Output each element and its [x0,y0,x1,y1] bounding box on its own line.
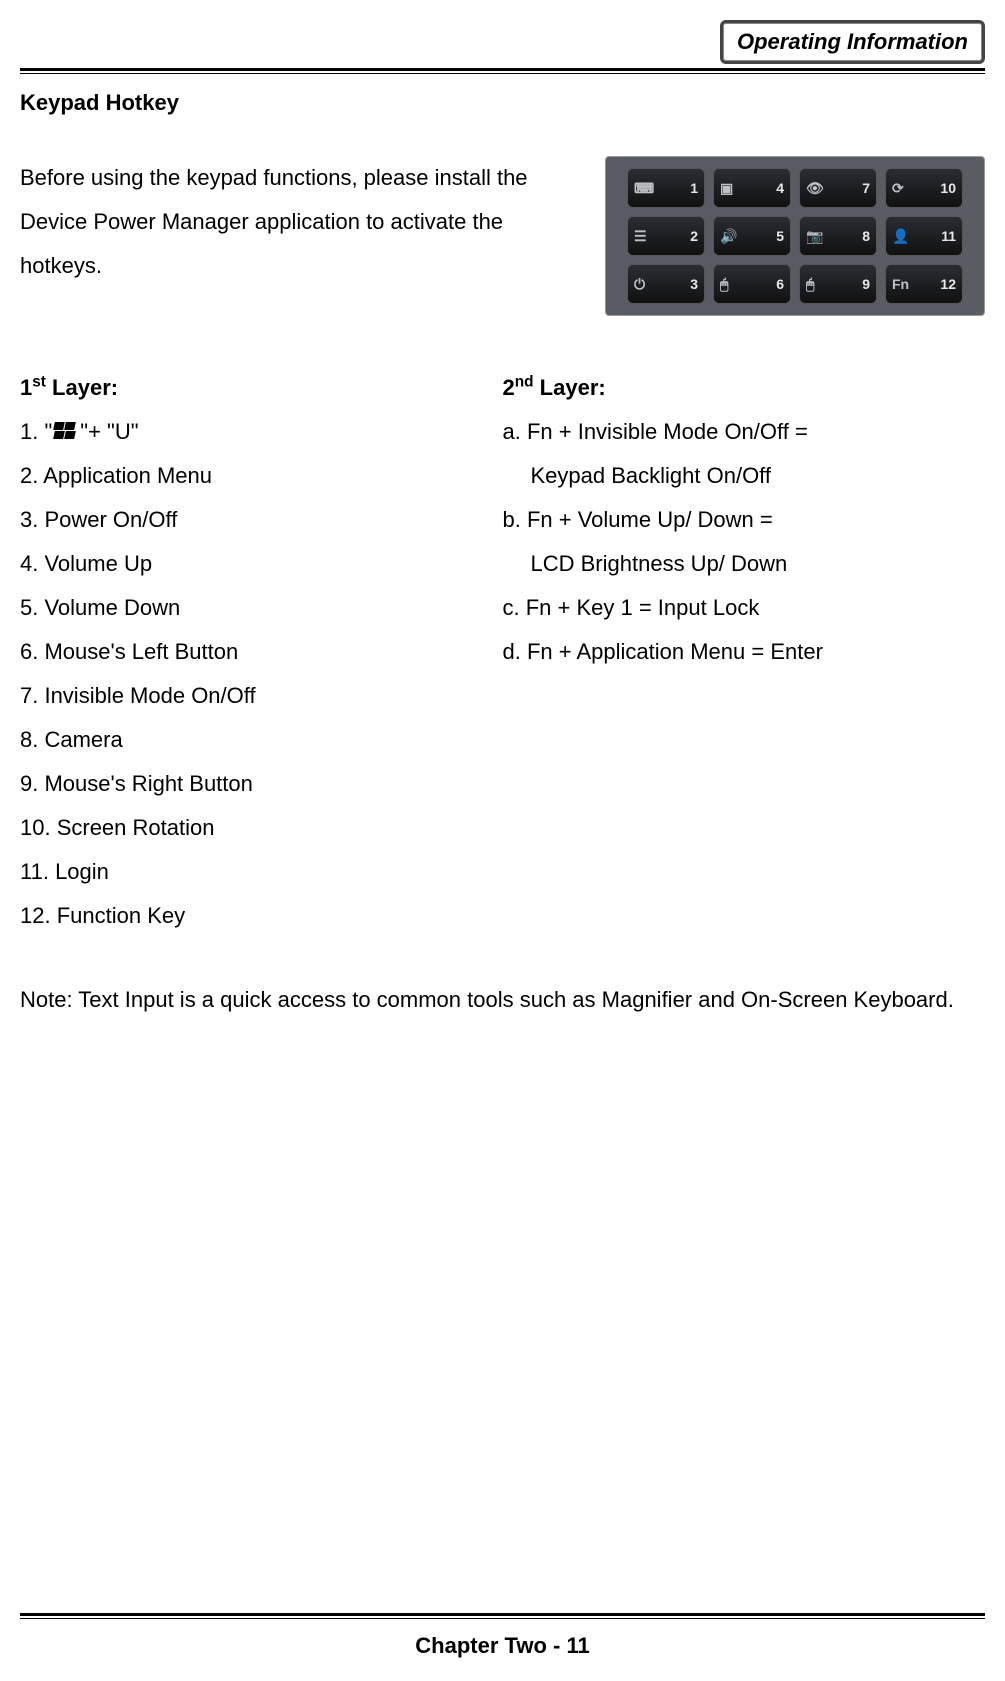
key-num: 6 [776,276,784,292]
heading-sup: nd [515,374,534,391]
first-layer-item: 6. Mouse's Left Button [20,630,503,674]
second-layer-item-a2: Keypad Backlight On/Off [503,454,986,498]
key: 👁7 [799,168,877,208]
second-layer-item-b1: b. Fn + Volume Up/ Down = [503,498,986,542]
key-glyph-icon: 🖱 [720,276,728,293]
top-rule [20,68,985,74]
second-layer-item-b2: LCD Brightness Up/ Down [503,542,986,586]
columns: 1st Layer: 1. " "+ "U" 2. Application Me… [20,366,985,938]
key-num: 1 [690,180,698,196]
keypad-image: ⌨1 ▣4 👁7 ⟳10 ☰2 🔊5 📷8 👤11 ⏻3 🖱6 🖱9 Fn12 [605,156,985,316]
key: ▣4 [713,168,791,208]
second-layer-item-c: c. Fn + Key 1 = Input Lock [503,586,986,630]
key-glyph-icon: 👁 [806,180,824,197]
first-layer-item: 11. Login [20,850,503,894]
heading-sup: st [32,374,46,391]
note-text: Note: Text Input is a quick access to co… [20,978,985,1022]
page-footer: Chapter Two - 11 [20,1609,985,1659]
key-glyph-icon: ⌨ [634,180,654,197]
key-glyph-icon: ▣ [720,180,733,197]
first-layer-item: 12. Function Key [20,894,503,938]
item1-post: "+ "U" [80,410,138,454]
intro-text: Before using the keypad functions, pleas… [20,156,565,288]
key: 🔊5 [713,216,791,256]
key: ⌨1 [627,168,705,208]
key-num: 10 [940,180,956,196]
windows-icon [54,422,78,442]
page: Operating Information Keypad Hotkey Befo… [0,0,1005,1681]
key-glyph-icon: 🔊 [720,228,737,245]
footer-text: Chapter Two - 11 [20,1633,985,1659]
second-layer-column: 2nd Layer: a. Fn + Invisible Mode On/Off… [503,366,986,938]
first-layer-item: 2. Application Menu [20,454,503,498]
key-glyph-icon: ⟳ [892,180,904,197]
key-glyph-icon: 🖱 [806,276,814,293]
key: ☰2 [627,216,705,256]
key: ⏻3 [627,264,705,304]
key-num: 11 [941,228,956,244]
heading-pre: 2 [503,375,515,400]
item1-pre: 1. " [20,410,52,454]
intro-row: Before using the keypad functions, pleas… [20,156,985,316]
first-layer-item: 10. Screen Rotation [20,806,503,850]
section-title: Keypad Hotkey [20,90,985,116]
key-glyph-icon: Fn [892,276,909,292]
first-layer-item: 9. Mouse's Right Button [20,762,503,806]
bottom-rule [20,1613,985,1619]
heading-post: Layer: [534,375,606,400]
first-layer-item: 3. Power On/Off [20,498,503,542]
key-num: 7 [862,180,870,196]
heading-post: Layer: [46,375,118,400]
key-num: 2 [690,228,698,244]
first-layer-item: 8. Camera [20,718,503,762]
key: 👤 11 [885,216,963,256]
key: 📷8 [799,216,877,256]
key: 🖱6 [713,264,791,304]
key-glyph-icon: 📷 [806,228,823,245]
second-layer-heading: 2nd Layer: [503,366,986,410]
key-num: 5 [776,228,784,244]
key: 🖱9 [799,264,877,304]
key: Fn 12 [885,264,963,304]
second-layer-item-d: d. Fn + Application Menu = Enter [503,630,986,674]
key-num: 9 [862,276,870,292]
first-layer-item-1: 1. " "+ "U" [20,410,139,454]
key-num: 4 [776,180,784,196]
first-layer-heading: 1st Layer: [20,366,503,410]
key-glyph-icon: 👤 [892,228,909,245]
first-layer-item: 7. Invisible Mode On/Off [20,674,503,718]
key-num: 12 [940,276,956,292]
key-glyph-icon: ⏻ [634,276,645,293]
second-layer-item-a1: a. Fn + Invisible Mode On/Off = [503,410,986,454]
first-layer-item: 4. Volume Up [20,542,503,586]
first-layer-item: 5. Volume Down [20,586,503,630]
header-badge: Operating Information [720,20,985,64]
first-layer-column: 1st Layer: 1. " "+ "U" 2. Application Me… [20,366,503,938]
key-num: 3 [690,276,698,292]
key-glyph-icon: ☰ [634,228,647,245]
key-num: 8 [862,228,870,244]
heading-pre: 1 [20,375,32,400]
key: ⟳ 10 [885,168,963,208]
